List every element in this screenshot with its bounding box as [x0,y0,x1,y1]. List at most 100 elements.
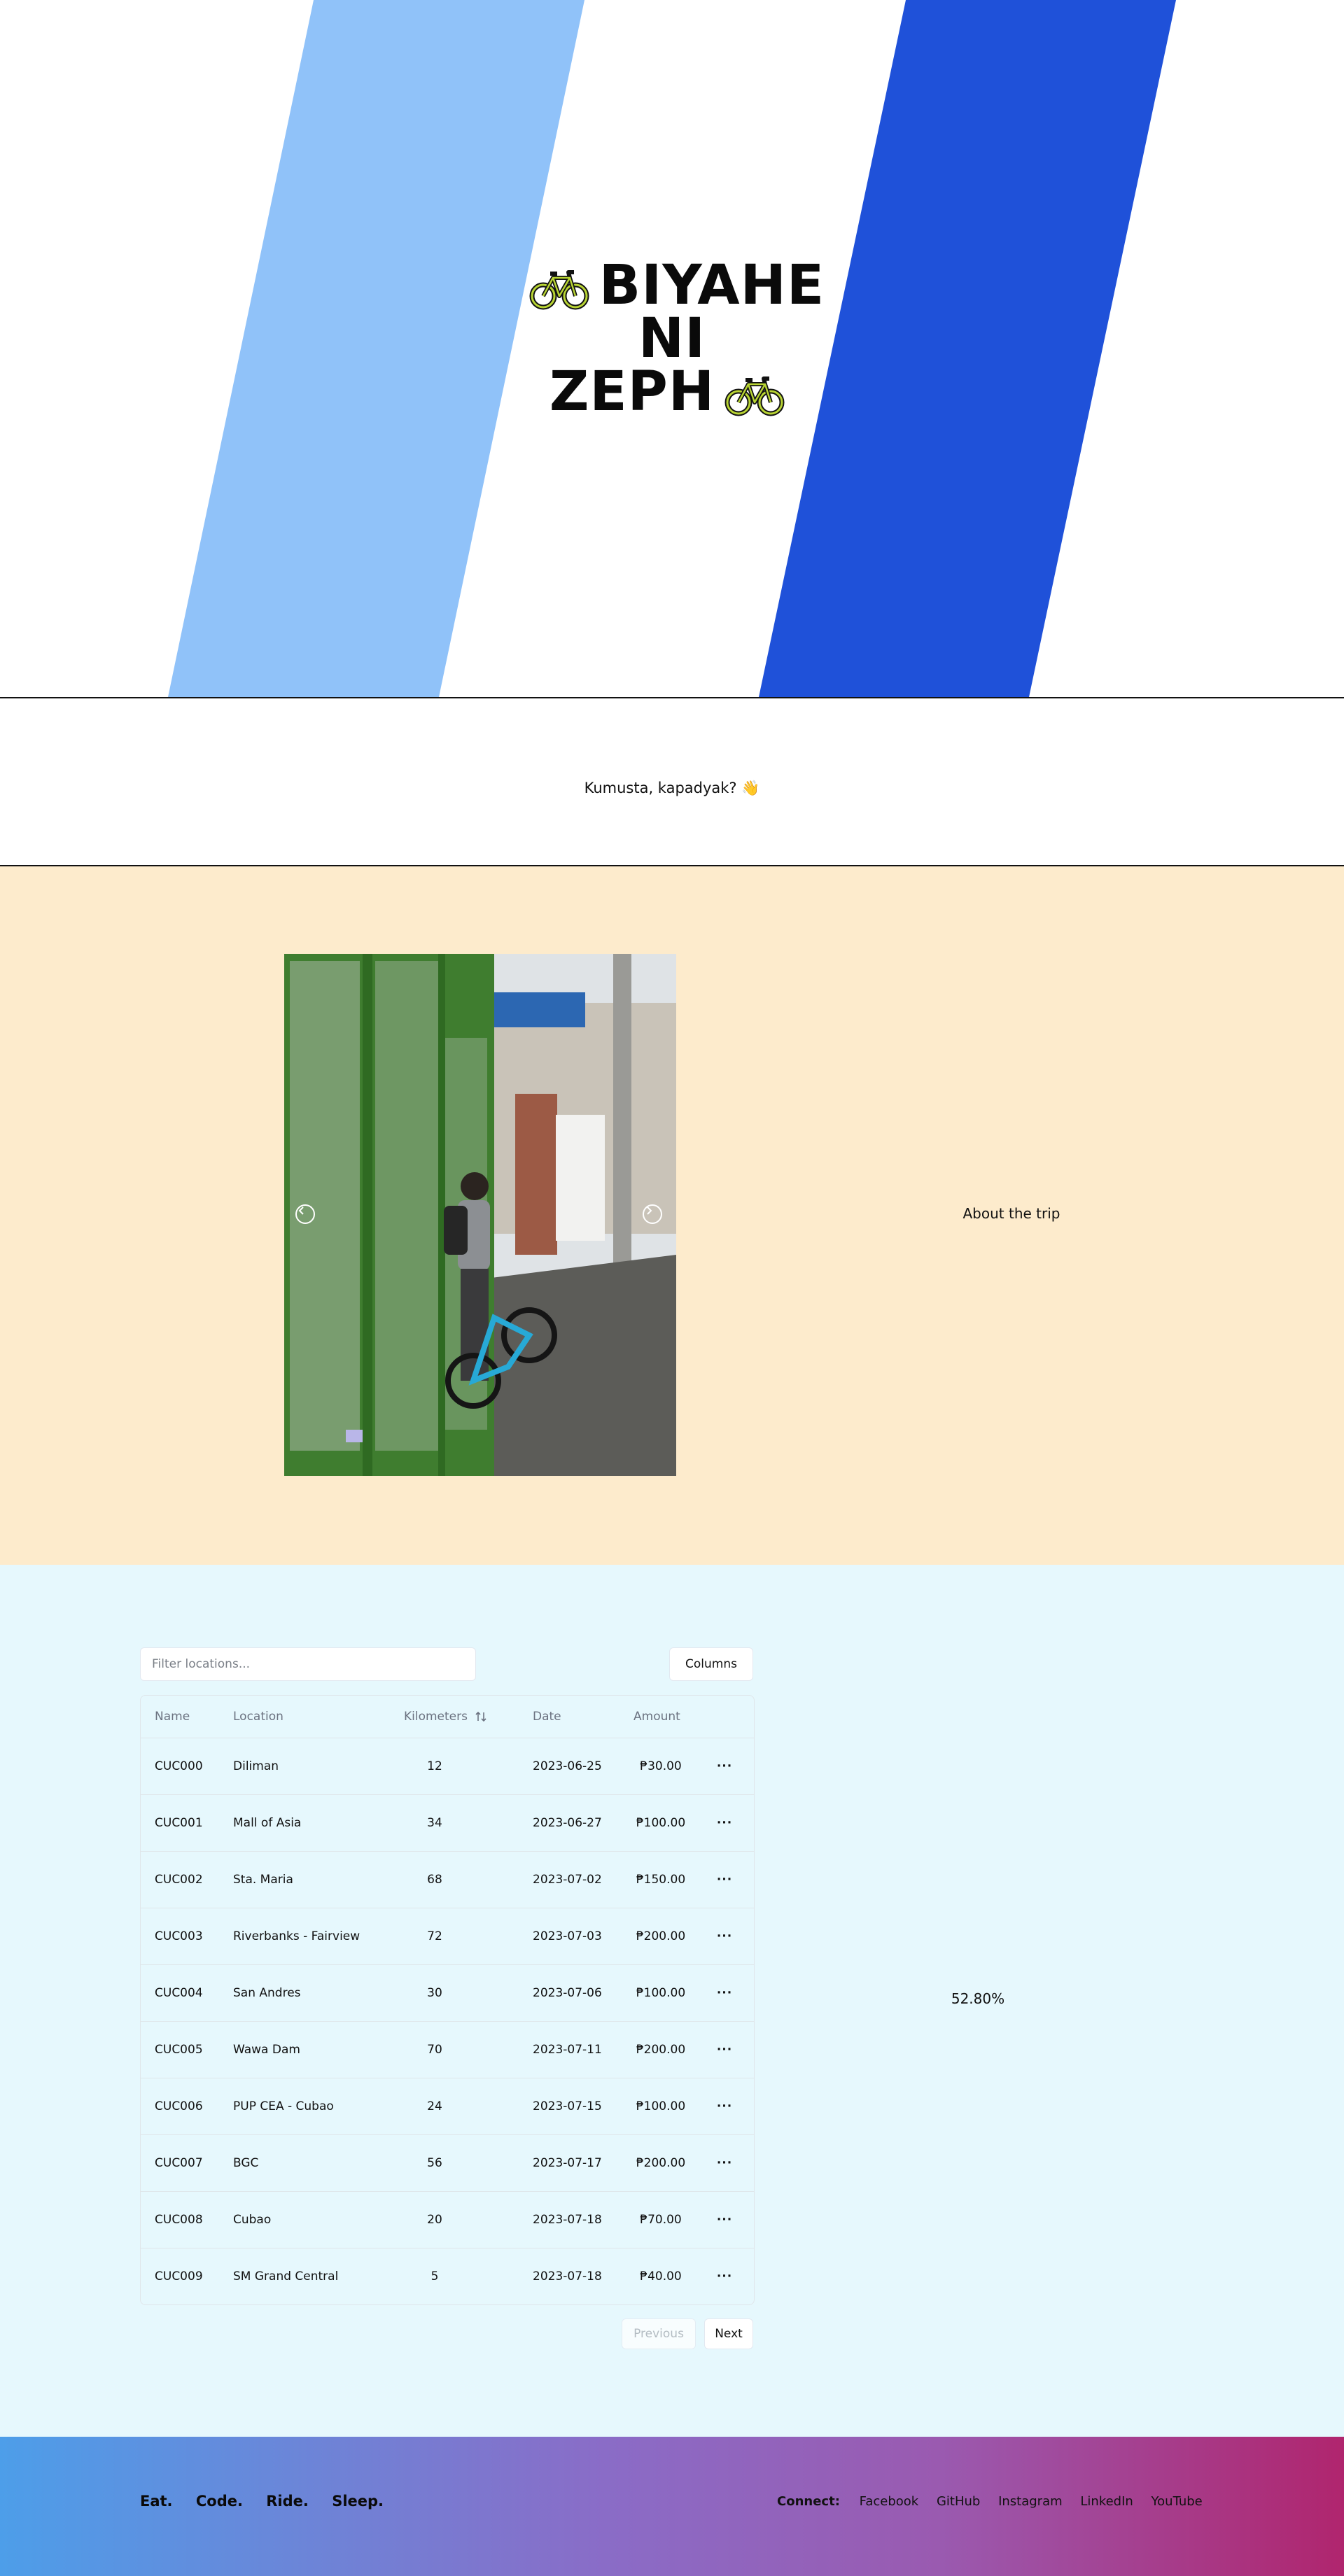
cell-location: Cubao [233,2213,272,2227]
about-trip-label: About the trip [962,1205,1060,1222]
cell-amount: ₱30.00 [640,1759,682,1773]
trips-table-section: Columns Name Location Kilometers Date Am… [0,1565,1344,2437]
header-date: Date [533,1710,561,1724]
youtube-link[interactable]: YouTube [1152,2494,1203,2509]
previous-page-button[interactable]: Previous [622,2318,696,2349]
cell-amount: ₱40.00 [640,2269,682,2283]
row-actions-menu-button[interactable]: ··· [710,1795,738,1851]
linkedin-link[interactable]: LinkedIn [1080,2494,1133,2509]
facebook-link[interactable]: Facebook [860,2494,919,2509]
table-row: CUC006 PUP CEA - Cubao 24 2023-07-15 ₱100.00… [141,2078,754,2135]
greeting-section: Kumusta, kapadyak? 👋 [0,698,1344,866]
cell-kilometers: 72 [427,1929,442,1943]
cell-name: CUC009 [155,2269,203,2283]
row-actions-menu-button[interactable]: ··· [710,1738,738,1794]
cell-name: CUC007 [155,2156,203,2170]
github-link[interactable]: GitHub [937,2494,980,2509]
cell-amount: ₱100.00 [636,1986,686,2000]
header-kilometers-sort-button[interactable]: Kilometers [404,1696,487,1738]
photo-carousel[interactable] [284,954,676,1476]
cell-name: CUC004 [155,1986,203,2000]
row-actions-menu-button[interactable]: ··· [710,2248,738,2304]
cell-location: Mall of Asia [233,1816,302,1830]
footer: Eat. Code. Ride. Sleep. Connect: Faceboo… [0,2437,1344,2576]
cell-date: 2023-07-18 [533,2213,602,2227]
cell-name: CUC005 [155,2043,203,2057]
cell-kilometers: 20 [427,2213,442,2227]
title-line-2: NI [638,307,706,370]
cell-kilometers: 24 [427,2099,442,2113]
row-actions-menu-button[interactable]: ··· [710,1965,738,2021]
cell-kilometers: 12 [427,1759,442,1773]
carousel-next-button[interactable] [643,1204,662,1224]
cell-location: Sta. Maria [233,1873,293,1887]
cell-location: PUP CEA - Cubao [233,2099,334,2113]
sort-icon [475,1711,486,1722]
cell-location: Diliman [233,1759,279,1773]
header-amount: Amount [634,1710,680,1724]
chevron-left-icon [298,1206,304,1215]
table-row: CUC008 Cubao 20 2023-07-18 ₱70.00 ··· [141,2192,754,2248]
table-row: CUC003 Riverbanks - Fairview 72 2023-07-03 ₱… [141,1908,754,1965]
footer-connect: Connect: Facebook GitHub Instagram Linke… [777,2494,1217,2509]
cell-name: CUC006 [155,2099,203,2113]
cell-date: 2023-07-03 [533,1929,602,1943]
carousel-photo [284,954,676,1476]
trip-section: About the trip [0,866,1344,1565]
cell-location: Wawa Dam [233,2043,300,2057]
hero-section: BIYAHE NI ZEPH [0,0,1344,698]
row-actions-menu-button[interactable]: ··· [710,1908,738,1964]
cell-name: CUC002 [155,1873,203,1887]
cell-kilometers: 30 [427,1986,442,2000]
table-row: CUC002 Sta. Maria 68 2023-07-02 ₱150.00 ··· [141,1852,754,1908]
motto-word: Sleep. [332,2493,384,2510]
site-title: BIYAHE NI ZEPH [0,258,1344,419]
carousel-prev-button[interactable] [295,1204,315,1224]
cell-name: CUC001 [155,1816,203,1830]
motto-word: Code. [195,2493,243,2510]
cell-kilometers: 68 [427,1873,442,1887]
footer-motto: Eat. Code. Ride. Sleep. [140,2493,402,2510]
filter-locations-input[interactable] [140,1647,476,1681]
cell-date: 2023-07-06 [533,1986,602,2000]
cell-location: San Andres [233,1986,301,2000]
cell-date: 2023-06-27 [533,1816,602,1830]
cell-amount: ₱150.00 [636,1873,686,1887]
cell-kilometers: 70 [427,2043,442,2057]
cell-kilometers: 34 [427,1816,442,1830]
motto-word: Eat. [140,2493,173,2510]
table-row: CUC001 Mall of Asia 34 2023-06-27 ₱100.00 ··· [141,1795,754,1852]
cell-date: 2023-07-15 [533,2099,602,2113]
header-location: Location [233,1710,284,1724]
table-row: CUC004 San Andres 30 2023-07-06 ₱100.00 ··· [141,1965,754,2022]
cell-name: CUC003 [155,1929,203,1943]
cell-kilometers: 56 [427,2156,442,2170]
header-name: Name [155,1710,190,1724]
table-body: CUC000 Diliman 12 2023-06-25 ₱30.00 ··· CUC001… [141,1738,754,2304]
chevron-right-icon [647,1206,652,1215]
columns-button[interactable]: Columns [669,1647,753,1681]
instagram-link[interactable]: Instagram [998,2494,1063,2509]
motto-word: Ride. [266,2493,309,2510]
cell-amount: ₱100.00 [636,2099,686,2113]
header-kilometers: Kilometers [404,1710,468,1724]
cell-location: SM Grand Central [233,2269,339,2283]
connect-label: Connect: [777,2494,840,2509]
cell-name: CUC000 [155,1759,203,1773]
table-header-row: Name Location Kilometers Date Amount [141,1696,754,1738]
table-row: CUC007 BGC 56 2023-07-17 ₱200.00 ··· [141,2135,754,2192]
cell-amount: ₱200.00 [636,2043,686,2057]
bicycle-icon [724,376,785,416]
row-actions-menu-button[interactable]: ··· [710,1852,738,1908]
cell-date: 2023-07-18 [533,2269,602,2283]
row-actions-menu-button[interactable]: ··· [710,2192,738,2248]
trips-table: Name Location Kilometers Date Amount CUC… [140,1695,755,2305]
row-actions-menu-button[interactable]: ··· [710,2078,738,2134]
row-actions-menu-button[interactable]: ··· [710,2135,738,2191]
next-page-button[interactable]: Next [704,2318,753,2349]
row-actions-menu-button[interactable]: ··· [710,2022,738,2078]
cell-date: 2023-07-02 [533,1873,602,1887]
cell-kilometers: 5 [430,2269,439,2283]
table-row: CUC000 Diliman 12 2023-06-25 ₱30.00 ··· [141,1738,754,1795]
cell-name: CUC008 [155,2213,203,2227]
